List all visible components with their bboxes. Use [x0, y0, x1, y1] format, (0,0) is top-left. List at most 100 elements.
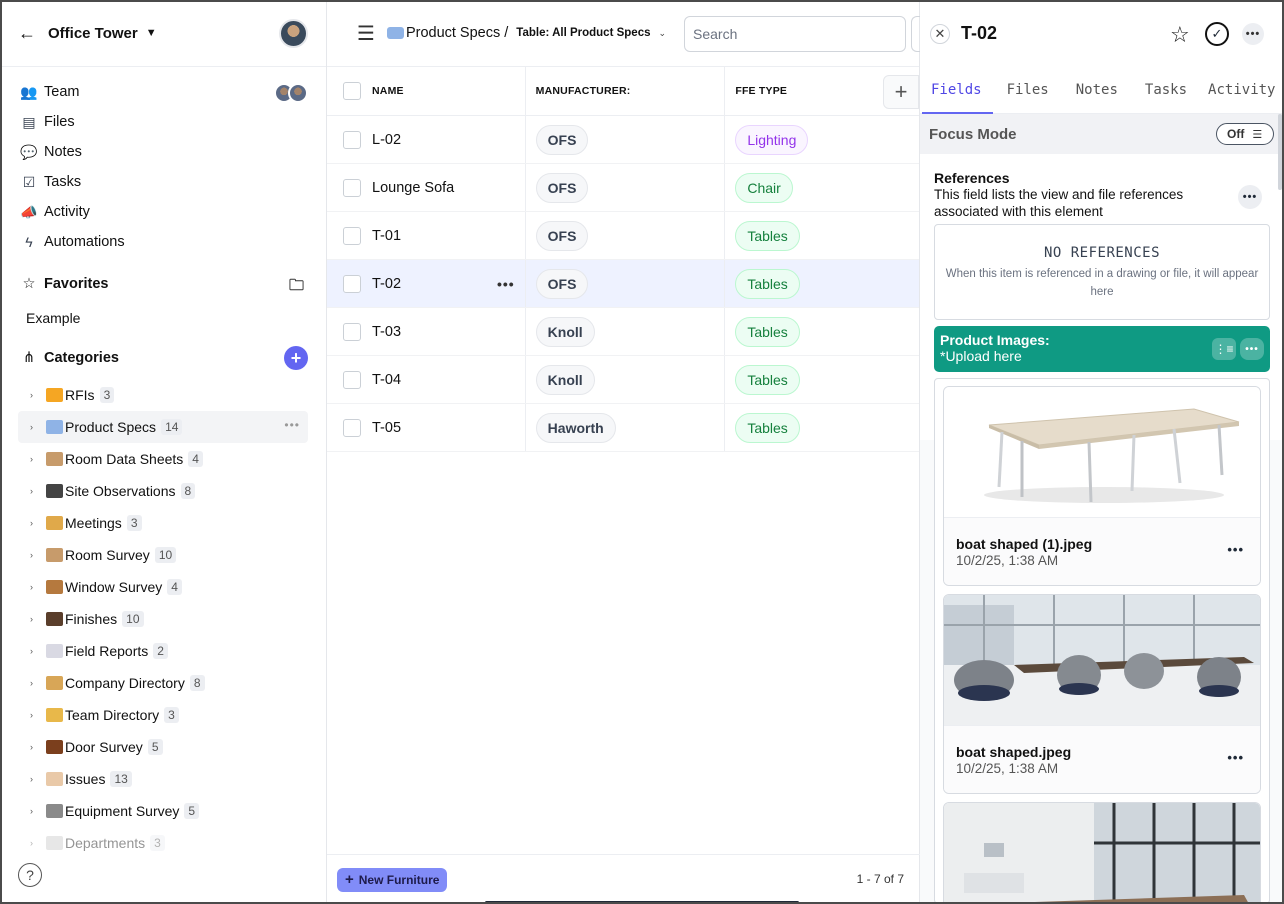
close-icon[interactable]: ✕	[930, 23, 950, 44]
add-category-button[interactable]: +	[284, 346, 308, 370]
category-item-room-survey[interactable]: › Room Survey 10	[18, 539, 308, 571]
menu-icon[interactable]: ☰	[357, 21, 375, 46]
chevron-right-icon[interactable]: ›	[30, 646, 46, 656]
row-checkbox[interactable]	[343, 226, 361, 245]
table-row[interactable]: T-05 Haworth Tables	[327, 404, 919, 452]
chevron-right-icon[interactable]: ›	[30, 614, 46, 624]
sidebar-item-tasks[interactable]: ☑ Tasks	[0, 167, 326, 197]
tab-activity[interactable]: Activity	[1198, 67, 1284, 113]
sidebar-item-activity[interactable]: 📣 Activity	[0, 197, 326, 227]
category-item-room-data-sheets[interactable]: › Room Data Sheets 4	[18, 443, 308, 475]
sidebar-item-files[interactable]: ▤ Files	[0, 107, 326, 137]
more-icon[interactable]: •••	[1227, 750, 1244, 765]
category-item-company-directory[interactable]: › Company Directory 8	[18, 667, 308, 699]
manufacturer-pill[interactable]: Knoll	[535, 364, 595, 395]
manufacturer-pill[interactable]: OFS	[535, 172, 589, 203]
row-name[interactable]: L-02	[372, 132, 401, 148]
tab-files[interactable]: Files	[993, 67, 1060, 113]
filter-list-icon[interactable]: ⋮≡	[1212, 338, 1236, 360]
search-input[interactable]: Search	[684, 16, 906, 52]
ffe-type-tag[interactable]: Tables	[735, 268, 800, 299]
manufacturer-pill[interactable]: Haworth	[535, 412, 616, 443]
row-checkbox[interactable]	[343, 418, 361, 437]
manufacturer-pill[interactable]: OFS	[535, 268, 589, 299]
favorites-header[interactable]: ☆ Favorites 🗀	[0, 267, 326, 301]
image-card[interactable]: boat shaped.jpeg 10/2/25, 1:38 AM •••	[943, 594, 1261, 794]
ffe-type-tag[interactable]: Tables	[735, 412, 800, 443]
row-name[interactable]: T-02	[372, 276, 401, 292]
row-checkbox[interactable]	[343, 130, 361, 149]
category-item-departments[interactable]: › Departments 3	[18, 827, 308, 859]
category-item-issues[interactable]: › Issues 13	[18, 763, 308, 795]
project-switcher[interactable]: Office Tower	[48, 25, 138, 42]
user-avatar[interactable]	[279, 19, 308, 48]
add-column-button[interactable]: +	[883, 75, 919, 109]
table-photo-image[interactable]	[944, 387, 1260, 517]
sidebar-item-automations[interactable]: ϟ Automations	[0, 227, 326, 257]
table-row[interactable]: Lounge Sofa OFS Chair	[327, 164, 919, 212]
check-circle-icon[interactable]: ✓	[1205, 22, 1229, 46]
chevron-right-icon[interactable]: ›	[30, 774, 46, 784]
manufacturer-pill[interactable]: OFS	[535, 124, 589, 155]
category-item-site-observations[interactable]: › Site Observations 8	[18, 475, 308, 507]
breadcrumb[interactable]: Product Specs /	[386, 25, 508, 41]
chevron-right-icon[interactable]: ›	[30, 454, 46, 464]
more-icon[interactable]: •••	[284, 418, 300, 432]
category-item-team-directory[interactable]: › Team Directory 3	[18, 699, 308, 731]
chevron-right-icon[interactable]: ›	[30, 422, 46, 432]
column-manufacturer[interactable]: MANUFACTURER:	[526, 67, 726, 115]
tab-fields[interactable]: Fields	[920, 67, 993, 114]
category-item-finishes[interactable]: › Finishes 10	[18, 603, 308, 635]
table-row[interactable]: T-03 Knoll Tables	[327, 308, 919, 356]
row-name[interactable]: T-01	[372, 228, 401, 244]
ffe-type-tag[interactable]: Tables	[735, 364, 800, 395]
row-name[interactable]: T-05	[372, 420, 401, 436]
image-card[interactable]: boat shaped (1).jpeg 10/2/25, 1:38 AM ••…	[943, 386, 1261, 586]
sidebar-item-team[interactable]: 👥 Team	[0, 77, 326, 107]
focus-mode-toggle[interactable]: Off ☰	[1216, 123, 1274, 145]
chevron-right-icon[interactable]: ›	[30, 518, 46, 528]
manufacturer-pill[interactable]: Knoll	[535, 316, 595, 347]
new-furniture-button[interactable]: + New Furniture	[337, 867, 448, 892]
star-icon[interactable]: ☆	[1170, 22, 1190, 48]
chevron-right-icon[interactable]: ›	[30, 742, 46, 752]
select-all-checkbox[interactable]	[343, 82, 361, 100]
manufacturer-pill[interactable]: OFS	[535, 220, 589, 251]
row-name[interactable]: Lounge Sofa	[372, 180, 454, 196]
table-row[interactable]: L-02 OFS Lighting	[327, 116, 919, 164]
chevron-right-icon[interactable]: ›	[30, 486, 46, 496]
tab-notes[interactable]: Notes	[1060, 67, 1129, 113]
more-icon[interactable]: •••	[1242, 23, 1264, 45]
category-item-equipment-survey[interactable]: › Equipment Survey 5	[18, 795, 308, 827]
chevron-right-icon[interactable]: ›	[30, 838, 46, 848]
row-checkbox[interactable]	[343, 274, 361, 293]
category-item-field-reports[interactable]: › Field Reports 2	[18, 635, 308, 667]
chevron-right-icon[interactable]: ›	[30, 390, 46, 400]
row-checkbox[interactable]	[343, 178, 361, 197]
office-photo-image[interactable]	[944, 595, 1260, 725]
add-folder-icon[interactable]: 🗀	[289, 275, 304, 300]
row-more-icon[interactable]: •••	[497, 276, 515, 292]
category-item-meetings[interactable]: › Meetings 3	[18, 507, 308, 539]
ffe-type-tag[interactable]: Tables	[735, 220, 800, 251]
tab-tasks[interactable]: Tasks	[1129, 67, 1198, 113]
category-item-rfis[interactable]: › RFIs 3	[18, 379, 308, 411]
row-checkbox[interactable]	[343, 322, 361, 341]
vertical-scrollbar[interactable]	[1278, 114, 1282, 190]
chevron-down-icon[interactable]: ⌄	[659, 28, 667, 39]
favorite-item[interactable]: Example	[0, 301, 326, 335]
ffe-type-tag[interactable]: Tables	[735, 316, 800, 347]
ffe-type-tag[interactable]: Chair	[735, 172, 793, 203]
chevron-right-icon[interactable]: ›	[30, 806, 46, 816]
category-item-window-survey[interactable]: › Window Survey 4	[18, 571, 308, 603]
help-button[interactable]: ?	[18, 863, 42, 887]
more-icon[interactable]: •••	[1238, 185, 1262, 209]
sidebar-item-notes[interactable]: 💬 Notes	[0, 137, 326, 167]
chevron-right-icon[interactable]: ›	[30, 678, 46, 688]
more-icon[interactable]: •••	[1227, 542, 1244, 557]
chevron-right-icon[interactable]: ›	[30, 550, 46, 560]
chevron-down-icon[interactable]: ▼	[146, 27, 157, 39]
table-row[interactable]: T-04 Knoll Tables	[327, 356, 919, 404]
back-arrow-icon[interactable]: ←	[18, 23, 36, 44]
more-icon[interactable]: •••	[1240, 338, 1264, 360]
